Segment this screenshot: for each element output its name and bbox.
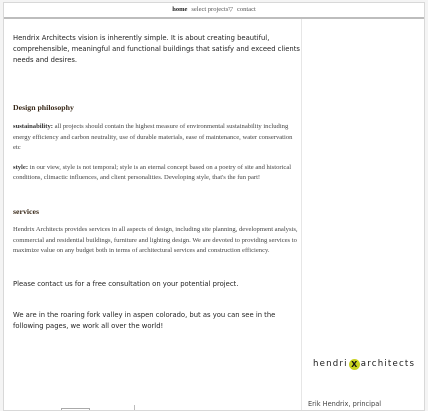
location-line: We are in the roaring fork valley in asp…	[13, 310, 276, 330]
logo-text-left: hendri	[313, 359, 348, 369]
principal-name: Erik Hendrix, principal	[308, 400, 382, 408]
intro-text: Hendrix Architects vision is inherently …	[13, 34, 300, 64]
sustainability-paragraph: sustainability: all projects should cont…	[13, 122, 301, 154]
style-text: in our view, style is not temporal; styl…	[13, 163, 292, 182]
page: home select projects▽ contact Hendrix Arch…	[3, 2, 425, 411]
sustainability-text: all projects should contain the highest …	[13, 123, 293, 152]
style-paragraph: style: in our view, style is not tempora…	[13, 163, 301, 184]
services-text: Hendrix Architects provides services in …	[13, 225, 298, 255]
main-content: Hendrix Architects vision is inherently …	[13, 33, 301, 332]
partial-divider	[134, 405, 135, 410]
top-nav: home select projects▽ contact	[4, 3, 424, 19]
services-heading: services	[13, 206, 39, 216]
nav-home-link[interactable]: home	[172, 3, 187, 16]
logo-x-mark-icon: X	[348, 359, 360, 370]
sustainability-term: sustainability:	[13, 123, 53, 130]
contact-line: Please contact us for a free consultatio…	[13, 279, 239, 288]
design-philosophy-heading: Design philosophy	[13, 103, 74, 112]
style-term: style:	[13, 163, 29, 171]
hendrix-architects-logo: hendri Xarchitects	[313, 359, 423, 373]
nav-contact-link[interactable]: contact	[237, 3, 256, 16]
column-divider	[301, 19, 302, 410]
logo-text-right: architects	[360, 359, 416, 369]
nav-dropdown-icon[interactable]: ▽	[228, 4, 233, 17]
nav-select-projects-link[interactable]: select projects	[191, 3, 228, 16]
